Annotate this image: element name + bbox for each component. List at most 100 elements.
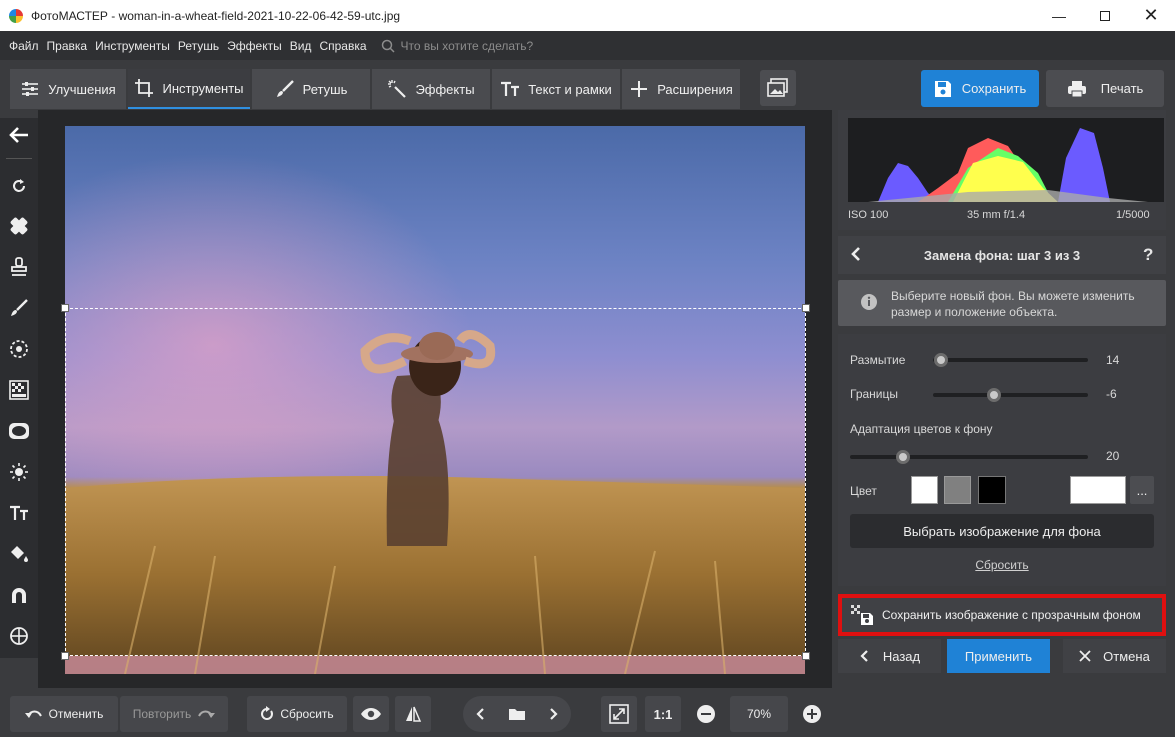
fit-screen-icon	[609, 704, 629, 724]
save-transparent-label: Сохранить изображение с прозрачным фоном	[882, 608, 1141, 622]
open-folder-button[interactable]	[497, 707, 537, 721]
menu-file[interactable]: Файл	[9, 39, 39, 53]
resize-handle-tr[interactable]	[802, 304, 810, 312]
maximize-button[interactable]	[1082, 0, 1128, 31]
rotate-icon[interactable]	[8, 175, 30, 197]
minimize-button[interactable]: —	[1036, 0, 1082, 31]
actual-size-button[interactable]: 1:1	[645, 696, 681, 732]
compare-button[interactable]	[395, 696, 431, 732]
reset-link[interactable]: Сбросить	[838, 558, 1166, 572]
cancel-label: Отмена	[1103, 648, 1150, 664]
blur-value: 14	[1106, 353, 1120, 367]
reset-label: Сбросить	[280, 707, 334, 721]
brush-tool-icon[interactable]	[8, 297, 30, 319]
blur-label: Размытие	[850, 353, 906, 367]
resize-handle-tl[interactable]	[61, 304, 69, 312]
adapt-label: Адаптация цветов к фону	[850, 422, 993, 436]
blur-slider[interactable]	[933, 358, 1088, 362]
eye-icon	[361, 708, 381, 720]
gallery-button[interactable]	[760, 70, 796, 106]
command-search[interactable]: Что вы хотите сделать?	[381, 38, 534, 53]
light-icon[interactable]	[8, 461, 30, 483]
info-icon	[860, 293, 878, 314]
zoom-in-button[interactable]	[794, 696, 830, 732]
menu-effects[interactable]: Эффекты	[227, 39, 282, 53]
healing-patch-icon[interactable]	[8, 215, 30, 237]
stamp-icon[interactable]	[8, 256, 30, 278]
gradient-filter-icon[interactable]	[8, 379, 30, 401]
apply-button[interactable]: Применить	[947, 639, 1050, 673]
chevron-left-icon	[476, 708, 484, 720]
edges-value: -6	[1106, 387, 1117, 401]
zoom-out-button[interactable]	[688, 696, 724, 732]
tab-tools[interactable]: Инструменты	[128, 69, 250, 109]
globe-icon[interactable]	[8, 625, 30, 647]
tab-retouch[interactable]: Ретушь	[252, 69, 370, 109]
undo-button[interactable]: Отменить	[10, 696, 118, 732]
cancel-button[interactable]: Отмена	[1063, 639, 1166, 673]
swatch-black[interactable]	[978, 476, 1006, 504]
search-icon	[381, 39, 395, 53]
edges-slider-knob[interactable]	[987, 388, 1001, 402]
menu-view[interactable]: Вид	[290, 39, 312, 53]
file-navigator	[463, 696, 571, 732]
search-placeholder: Что вы хотите сделать?	[400, 38, 534, 53]
object-selection-frame[interactable]	[61, 304, 810, 660]
reset-icon	[261, 706, 274, 720]
custom-color-swatch[interactable]	[1070, 476, 1126, 504]
exif-shutter: 1/5000	[1116, 209, 1150, 221]
image-icon	[767, 78, 788, 97]
fit-screen-button[interactable]	[601, 696, 637, 732]
reset-button[interactable]: Сбросить	[247, 696, 347, 732]
tab-label: Расширения	[657, 81, 733, 97]
save-button[interactable]: Сохранить	[921, 70, 1039, 107]
title-bar: ФотоМАСТЕР - woman-in-a-wheat-field-2021…	[0, 0, 1175, 31]
fill-bucket-icon[interactable]	[8, 543, 30, 565]
save-label: Сохранить	[961, 81, 1027, 96]
text-tool-icon[interactable]	[8, 502, 30, 524]
back-arrow-icon[interactable]	[8, 124, 30, 146]
folder-icon	[509, 709, 525, 720]
resize-handle-br[interactable]	[802, 652, 810, 660]
edges-label: Границы	[850, 387, 898, 401]
magnet-icon[interactable]	[8, 584, 30, 606]
choose-background-button[interactable]: Выбрать изображение для фона	[850, 514, 1154, 548]
next-image-button[interactable]	[537, 707, 571, 721]
tab-label: Текст и рамки	[528, 81, 612, 97]
adapt-slider-knob[interactable]	[896, 450, 910, 464]
menu-help[interactable]: Справка	[319, 39, 366, 53]
edges-slider[interactable]	[933, 393, 1088, 397]
brush-icon	[276, 80, 294, 97]
print-button[interactable]: Печать	[1046, 70, 1164, 107]
zoom-level[interactable]: 70%	[730, 696, 788, 732]
back-button[interactable]: Назад	[838, 639, 941, 673]
swatch-gray[interactable]	[944, 476, 971, 504]
save-transparent-button[interactable]: Сохранить изображение с прозрачным фоном	[838, 594, 1166, 636]
step-title: Замена фона: шаг 3 из 3	[923, 248, 1081, 263]
text-icon	[501, 81, 520, 96]
radial-filter-icon[interactable]	[8, 338, 30, 360]
menu-edit[interactable]: Правка	[47, 39, 88, 53]
chevron-right-icon	[550, 708, 558, 720]
tab-text-frames[interactable]: Текст и рамки	[492, 69, 620, 109]
plus-icon	[631, 81, 648, 97]
step-header: Замена фона: шаг 3 из 3 ?	[838, 236, 1166, 274]
help-button[interactable]: ?	[1143, 245, 1153, 265]
blur-slider-knob[interactable]	[934, 353, 948, 367]
close-window-button[interactable]: ✕	[1128, 0, 1174, 31]
menu-retouch[interactable]: Ретушь	[178, 39, 219, 53]
swatch-white[interactable]	[911, 476, 938, 504]
redo-button[interactable]: Повторить	[120, 696, 228, 732]
tab-effects[interactable]: Эффекты	[372, 69, 490, 109]
info-box: Выберите новый фон. Вы можете изменить р…	[838, 280, 1166, 326]
adapt-slider[interactable]	[850, 455, 1088, 459]
vignette-icon[interactable]	[8, 420, 30, 442]
printer-icon	[1067, 80, 1086, 97]
prev-image-button[interactable]	[463, 707, 497, 721]
menu-tools[interactable]: Инструменты	[95, 39, 170, 53]
tab-extensions[interactable]: Расширения	[622, 69, 740, 109]
tab-enhance[interactable]: Улучшения	[10, 69, 126, 109]
preview-toggle-button[interactable]	[353, 696, 389, 732]
resize-handle-bl[interactable]	[61, 652, 69, 660]
more-colors-button[interactable]: ...	[1130, 476, 1154, 504]
